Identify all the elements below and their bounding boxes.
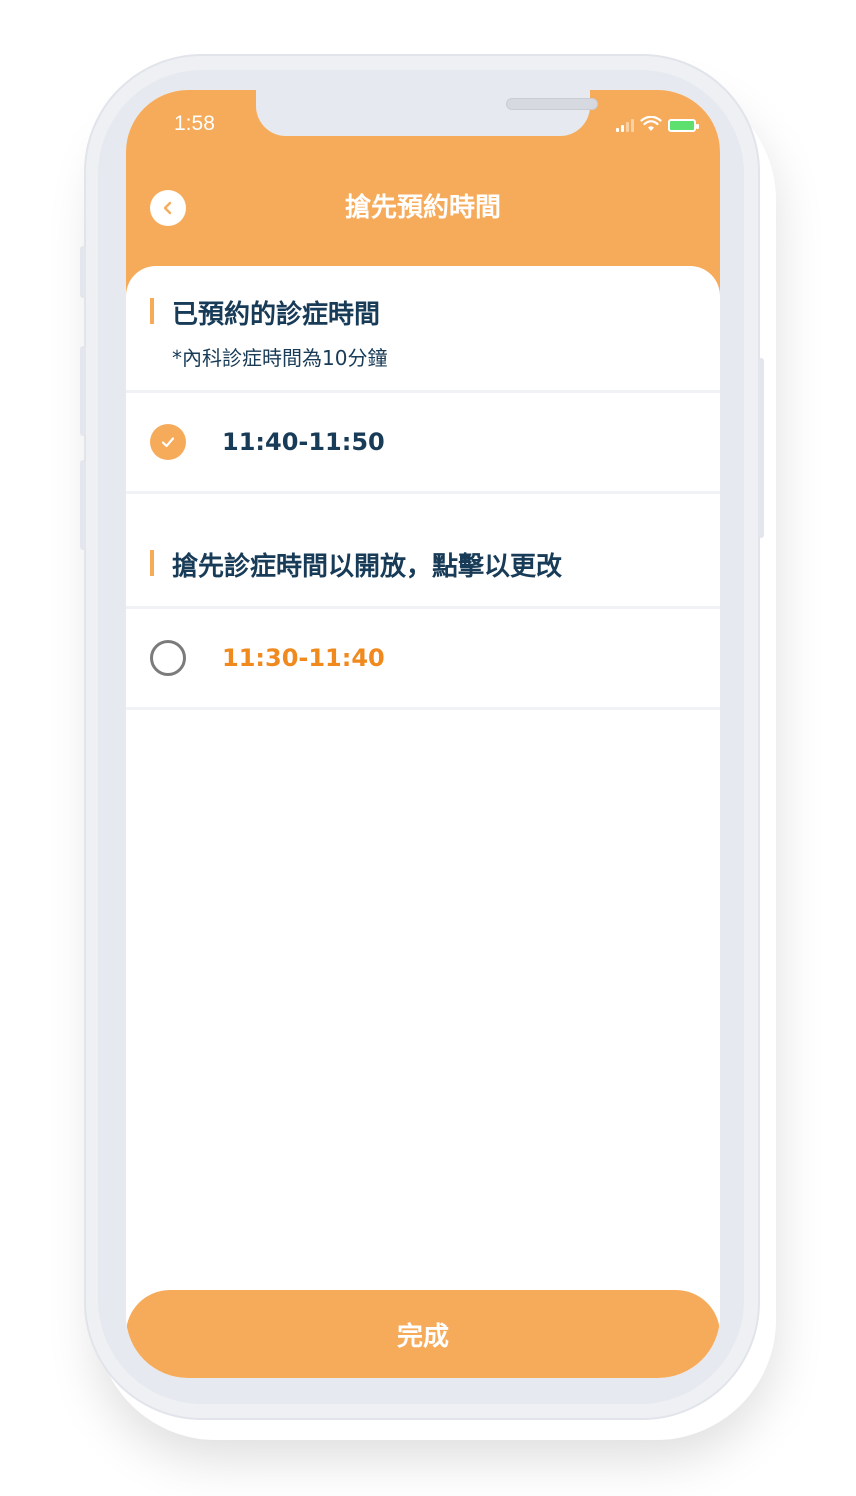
main-content: 已預約的診症時間 *內科診症時間為10分鐘 11:40-11:50 搶先診症時間… — [126, 266, 720, 1378]
phone-notch — [256, 90, 598, 136]
done-button[interactable]: 完成 — [126, 1290, 720, 1378]
phone-screen: 1:58 搶先預約時間 已預約的診症時間 *內科診症時間為10分鐘 11:40-… — [126, 90, 720, 1378]
checked-radio-icon[interactable] — [150, 424, 186, 460]
side-button-power — [758, 358, 764, 538]
section-accent-bar — [150, 298, 154, 324]
booked-slot-time: 11:40-11:50 — [222, 428, 385, 456]
status-icons — [616, 116, 699, 132]
section-accent-bar — [150, 550, 154, 576]
unchecked-radio-icon[interactable] — [150, 640, 186, 676]
speaker-grille — [506, 98, 598, 110]
booked-section-title: 已預約的診症時間 — [172, 300, 381, 330]
booked-section-note: *內科診症時間為10分鐘 — [172, 346, 388, 370]
wifi-icon — [640, 116, 662, 131]
status-time: 1:58 — [174, 112, 215, 135]
check-icon — [161, 437, 175, 448]
battery-icon — [668, 119, 699, 132]
booked-slot-row[interactable]: 11:40-11:50 — [126, 393, 720, 491]
open-section-title: 搶先診症時間以開放，點擊以更改 — [172, 552, 563, 582]
open-slot-time: 11:30-11:40 — [222, 644, 385, 672]
divider — [126, 491, 720, 494]
open-slot-row[interactable]: 11:30-11:40 — [126, 609, 720, 707]
side-button-mute — [80, 246, 86, 298]
side-button-volume-up — [80, 346, 86, 436]
side-button-volume-down — [80, 460, 86, 550]
signal-icon — [616, 118, 634, 132]
page-title: 搶先預約時間 — [344, 193, 501, 223]
divider — [126, 707, 720, 710]
